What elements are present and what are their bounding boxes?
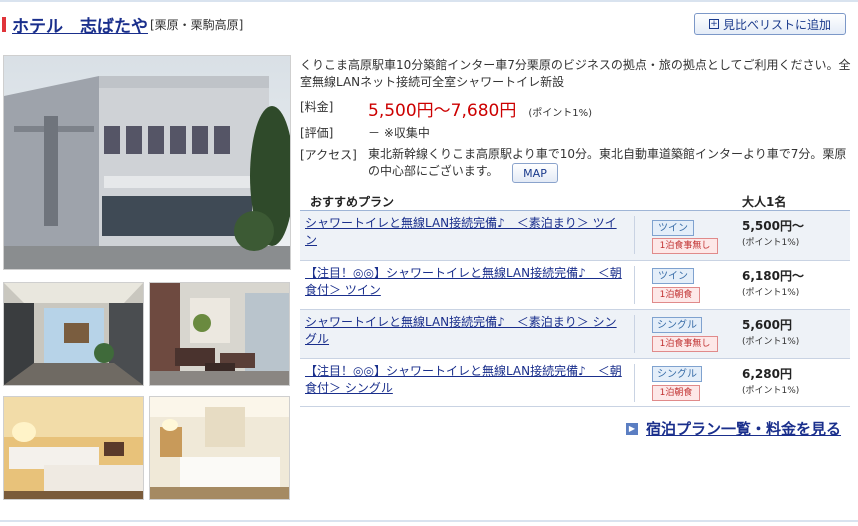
plan-table-header: おすすめプラン 大人1名	[300, 191, 850, 212]
price-row: [料金] 5,500円〜7,680円 (ポイント1%)	[300, 96, 852, 121]
column-divider	[634, 364, 635, 402]
access-value: 東北新幹線くりこま高原駅より車で10分。東北自動車道築館インターより車で7分。栗…	[368, 147, 847, 178]
arrow-right-icon: ▶	[626, 422, 638, 435]
price-value-wrap: 5,500円〜7,680円 (ポイント1%)	[368, 96, 592, 121]
hotel-main-photo[interactable]	[3, 55, 291, 270]
column-divider	[634, 266, 635, 304]
column-divider	[634, 315, 635, 353]
column-divider	[634, 216, 635, 254]
price-point: (ポイント1%)	[528, 108, 593, 119]
plan-row: シャワートイレと無線LAN接続完備♪ ＜素泊まり＞ ツイン ツイン 1泊食事無し…	[300, 211, 850, 261]
plan-row: 【注目！◎◎】シャワートイレと無線LAN接続完備♪ ＜朝食付＞ ツイン ツイン …	[300, 261, 850, 310]
plan-header-label: おすすめプラン	[310, 195, 395, 209]
rating-value: － ※収集中	[368, 126, 430, 140]
access-row: [アクセス] 東北新幹線くりこま高原駅より車で10分。東北自動車道築館インターよ…	[300, 146, 852, 186]
room-type-badge: シングル	[652, 366, 702, 382]
plan-point: (ポイント1%)	[742, 238, 800, 248]
twin-room-photo[interactable]	[3, 396, 144, 500]
top-divider	[0, 0, 858, 2]
plan-title-link[interactable]: 【注目！◎◎】シャワートイレと無線LAN接続完備♪ ＜朝食付＞ シングル	[305, 363, 625, 397]
lounge-photo[interactable]	[149, 282, 290, 386]
meal-badge: 1泊朝食	[652, 287, 700, 303]
rating-row: [評価] － ※収集中	[300, 124, 852, 142]
price-header-label: 大人1名	[742, 195, 787, 209]
lobby-photo[interactable]	[3, 282, 144, 386]
access-label: [アクセス]	[300, 148, 357, 162]
plan-title-link[interactable]: シャワートイレと無線LAN接続完備♪ ＜素泊まり＞ ツイン	[305, 215, 625, 249]
meal-badge: 1泊食事無し	[652, 336, 718, 352]
plan-list-label: 宿泊プラン一覧・料金を見る	[646, 420, 842, 438]
room-type-badge: ツイン	[652, 220, 694, 236]
plan-point: (ポイント1%)	[742, 337, 800, 347]
bottom-divider	[0, 520, 858, 522]
hotel-area: [栗原・栗駒高原]	[150, 18, 244, 32]
plan-title-link[interactable]: 【注目！◎◎】シャワートイレと無線LAN接続完備♪ ＜朝食付＞ ツイン	[305, 265, 625, 299]
add-to-compare-label: 見比べリストに追加	[722, 17, 831, 32]
plan-row: シャワートイレと無線LAN接続完備♪ ＜素泊まり＞ シングル シングル 1泊食事…	[300, 310, 850, 359]
plus-icon: +	[708, 19, 719, 29]
meal-badge: 1泊朝食	[652, 385, 700, 401]
room-type-badge: ツイン	[652, 268, 694, 284]
rating-label: [評価]	[300, 126, 334, 140]
price-value: 5,500円〜7,680円	[368, 101, 517, 121]
meal-badge: 1泊食事無し	[652, 238, 718, 254]
single-room-photo[interactable]	[149, 396, 290, 500]
add-to-compare-button[interactable]: + 見比べリストに追加	[694, 13, 846, 35]
room-type-badge: シングル	[652, 317, 702, 333]
plan-price: 6,180円〜	[742, 269, 804, 283]
plan-list-link[interactable]: ▶ 宿泊プラン一覧・料金を見る	[626, 418, 841, 439]
price-label: [料金]	[300, 100, 334, 114]
plan-price: 6,280円	[742, 367, 792, 381]
plan-row: 【注目！◎◎】シャワートイレと無線LAN接続完備♪ ＜朝食付＞ シングル シング…	[300, 359, 850, 407]
plan-title-link[interactable]: シャワートイレと無線LAN接続完備♪ ＜素泊まり＞ シングル	[305, 314, 625, 348]
plan-price: 5,500円〜	[742, 219, 804, 233]
hotel-name-link[interactable]: ホテル 志ばたや	[12, 12, 148, 37]
hotel-description: くりこま高原駅車10分築館インター車7分栗原のビジネスの拠点・旅の拠点としてご利…	[300, 58, 851, 89]
plan-price: 5,600円	[742, 318, 792, 332]
plan-point: (ポイント1%)	[742, 288, 800, 298]
plan-point: (ポイント1%)	[742, 386, 800, 396]
map-button[interactable]: MAP	[512, 163, 558, 183]
title-marker	[2, 17, 6, 32]
